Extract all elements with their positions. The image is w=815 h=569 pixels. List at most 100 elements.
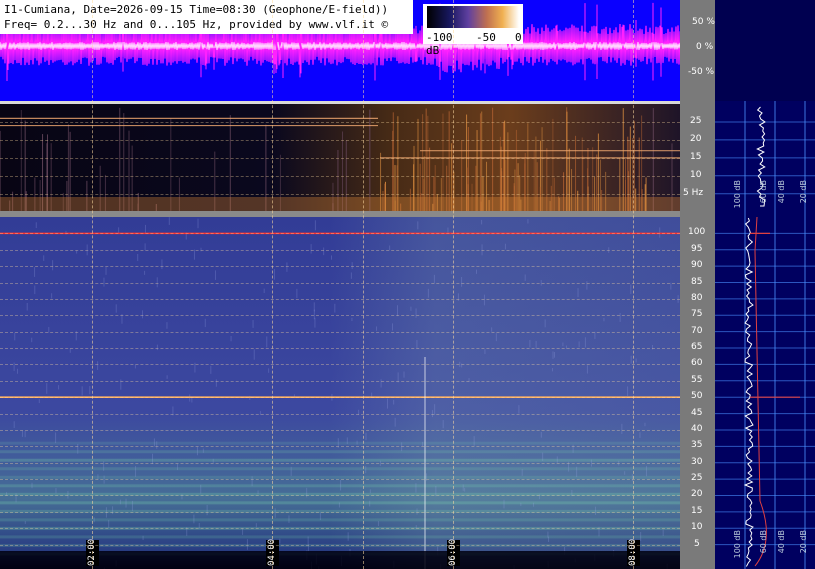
spectrogram-high-noise <box>319 512 321 521</box>
spectrogram-high-noise <box>518 405 520 414</box>
spectrogram-high-band <box>0 518 680 522</box>
spectrogram-high-noise <box>105 266 107 275</box>
freq-gridline-high <box>0 528 680 530</box>
time-gridline <box>272 0 274 569</box>
freq-tick-low: 25 <box>690 115 702 126</box>
spectrogram-high-noise <box>97 361 99 370</box>
spectrogram-high-noise <box>483 294 485 306</box>
freq-tick-high: 70 <box>691 325 703 336</box>
spectrogram-high-noise <box>504 243 506 250</box>
time-gridline <box>452 0 454 569</box>
spectrogram-high-noise <box>263 288 265 294</box>
spectrogram-high-noise <box>377 521 379 527</box>
freq-gridline-high <box>0 479 680 481</box>
spectrogram-high-noise <box>153 438 155 447</box>
spectrogram-high-band <box>0 484 680 488</box>
spectrogram-high-noise <box>495 333 497 342</box>
spectrogram-high-noise <box>55 487 57 494</box>
freq-tick-high: 10 <box>691 522 703 533</box>
wave-tick-0: 0 % <box>696 42 714 52</box>
spectrogram-high-noise <box>542 452 544 461</box>
spectrogram-high-noise <box>135 465 137 477</box>
colorbar-label-mid: -50 <box>476 31 496 44</box>
spectrogram-high-noise <box>476 269 478 274</box>
spectrogram-high-noise <box>462 484 464 491</box>
spectrogram-high-noise <box>210 365 212 374</box>
spectrogram-high-noise <box>266 336 268 348</box>
freq-gridline-high <box>0 298 680 300</box>
spectrogram-high-noise <box>108 520 110 528</box>
freq-tick-high: 95 <box>691 243 703 254</box>
spectrogram-high-noise <box>365 466 367 474</box>
freq-gridline-high <box>0 446 680 448</box>
spectrogram-high-noise <box>644 422 646 427</box>
spectrogram-high-band <box>0 458 680 462</box>
spectrogram-high-noise <box>520 502 522 506</box>
spectrogram-high-noise <box>586 365 588 374</box>
freq-tick-high: 15 <box>691 505 703 516</box>
spectrogram-high-noise <box>34 285 36 295</box>
spectrogram-high-noise <box>552 351 554 359</box>
side-db-label-high: 40 dB <box>777 530 786 554</box>
freq-tick-high: 50 <box>691 391 703 402</box>
spectrogram-high-noise <box>93 517 95 523</box>
spectrogram-high-noise <box>137 253 139 261</box>
spectrogram-high-noise <box>253 349 255 360</box>
spectrogram-high-noise <box>16 368 18 374</box>
spectrogram-high-noise <box>177 463 179 471</box>
spectrogram-high-noise <box>142 535 144 540</box>
spectrogram-high-noise <box>662 529 664 536</box>
freq-gridline-high <box>0 544 680 546</box>
spectrogram-high-noise <box>197 218 199 229</box>
spectrogram-high-noise <box>131 500 133 512</box>
spectrogram-high-noise <box>55 432 57 444</box>
spectrogram-high-noise <box>230 335 232 342</box>
spectrogram-high-noise <box>346 437 348 445</box>
spectrogram-high-noise <box>31 482 33 489</box>
spectrogram-high-noise <box>24 520 26 524</box>
wave-tick-50: 50 % <box>692 17 715 27</box>
side-spectrum-trace-high <box>743 217 754 567</box>
spectrogram-high-noise <box>112 506 114 515</box>
spectrogram-high-noise <box>562 342 564 347</box>
spectrogram-high-noise <box>640 532 642 541</box>
spectrogram-high-noise <box>26 303 28 311</box>
spectrogram-high-band <box>0 450 680 454</box>
spectrogram-high-noise <box>38 399 40 404</box>
spectrogram-high-noise <box>323 247 325 256</box>
freq-gridline-low <box>0 121 680 123</box>
spectrogram-high-noise <box>371 392 373 397</box>
spectrogram-high-noise <box>314 317 316 328</box>
spectrogram-high-noise <box>200 484 202 494</box>
freq-tick-low: 20 <box>690 133 702 144</box>
spectrogram-high-noise <box>551 368 553 372</box>
spectrogram-high-noise <box>387 398 389 409</box>
title-line-1: I1-Cumiana, Date=2026-09-15 Time=08:30 (… <box>4 3 389 16</box>
freq-tick-high: 85 <box>691 276 703 287</box>
spectrogram-high-noise <box>89 386 91 395</box>
spectrogram-high-noise <box>481 219 483 225</box>
freq-tick-high: 75 <box>691 309 703 320</box>
side-db-label-low: 40 dB <box>777 180 786 204</box>
colorbar-gradient <box>427 6 519 28</box>
spectrogram-high-noise <box>46 383 48 394</box>
spectrogram-high-noise <box>356 440 358 445</box>
spectrogram-high-noise <box>35 222 37 229</box>
spectrogram-high-noise <box>51 293 53 299</box>
spectrogram-high-noise <box>415 483 417 493</box>
spectrogram-high-noise <box>125 498 127 508</box>
spectrum-side-plot <box>715 101 815 569</box>
spectrogram-high-noise <box>166 375 168 379</box>
freq-tick-high: 60 <box>691 358 703 369</box>
spectrogram-high-noise <box>369 489 371 494</box>
side-db-label-low: 20 dB <box>799 180 808 204</box>
spectrogram-high-noise <box>288 515 290 524</box>
spectrogram-high-noise <box>442 420 444 429</box>
side-db-label-high: 100 dB <box>733 530 742 559</box>
spectrogram-high-noise <box>415 308 417 318</box>
freq-tick-high: 40 <box>691 423 703 434</box>
freq-gridline-high <box>0 380 680 382</box>
spectrogram-high-noise <box>447 227 449 233</box>
spectrogram-high-noise <box>338 502 340 508</box>
spectrogram-high-noise <box>193 514 195 524</box>
